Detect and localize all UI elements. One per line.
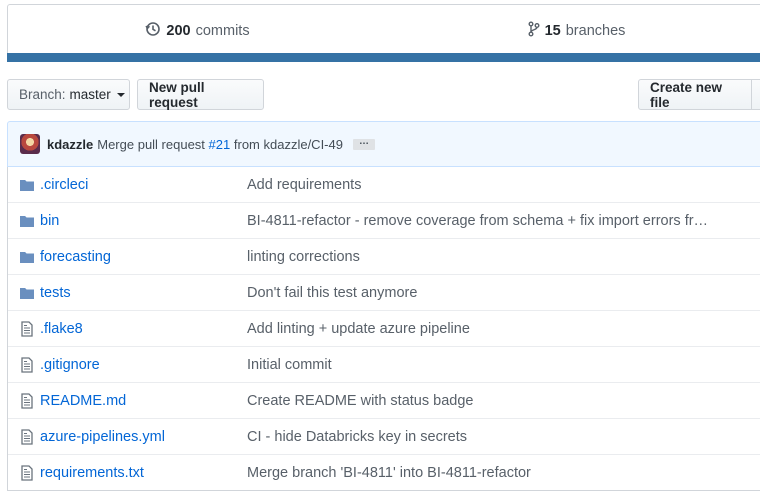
file-row: .gitignore Initial commit xyxy=(8,347,760,383)
upload-files-button[interactable] xyxy=(751,79,760,110)
folder-icon xyxy=(19,249,35,265)
branch-prefix: Branch: xyxy=(19,87,66,102)
history-icon xyxy=(145,21,161,41)
branches-count: 15 xyxy=(544,22,561,39)
file-commit-message-link[interactable]: Don't fail this test anymore xyxy=(247,285,735,301)
file-commit-message-link[interactable]: Create README with status badge xyxy=(247,393,735,409)
file-name-link[interactable]: .flake8 xyxy=(40,321,247,337)
commits-label: commits xyxy=(195,22,250,39)
file-row: tests Don't fail this test anymore xyxy=(8,275,760,311)
folder-icon xyxy=(19,285,35,301)
file-row: .circleci Add requirements xyxy=(8,167,760,203)
file-row: README.md Create README with status badge xyxy=(8,383,760,419)
file-name-link[interactable]: requirements.txt xyxy=(40,465,247,481)
file-list: .circleci Add requirements bin BI-4811-refa… xyxy=(7,167,760,491)
file-row: forecasting linting corrections xyxy=(8,239,760,275)
file-name-link[interactable]: azure-pipelines.yml xyxy=(40,429,247,445)
file-commit-message-link[interactable]: BI-4811-refactor - remove coverage from … xyxy=(247,213,735,229)
git-branch-icon xyxy=(528,21,540,41)
file-icon xyxy=(19,464,35,481)
file-icon xyxy=(19,320,35,337)
avatar[interactable] xyxy=(20,134,40,154)
commits-count: 200 xyxy=(166,22,191,39)
file-icon xyxy=(19,392,35,409)
file-row: .flake8 Add linting + update azure pipeli… xyxy=(8,311,760,347)
repo-summary: 200 commits 15 branches xyxy=(7,4,760,62)
file-name-link[interactable]: forecasting xyxy=(40,249,247,265)
folder-icon xyxy=(19,213,35,229)
file-commit-message-link[interactable]: CI - hide Databricks key in secrets xyxy=(247,429,735,445)
folder-icon xyxy=(19,177,35,193)
branches-link[interactable]: 15 branches xyxy=(387,21,760,41)
language-bar[interactable] xyxy=(7,53,760,62)
latest-commit-bar: kdazzle Merge pull request #21 from kdaz… xyxy=(7,121,760,167)
file-commit-message-link[interactable]: Add requirements xyxy=(247,177,735,193)
file-commit-message-link[interactable]: Add linting + update azure pipeline xyxy=(247,321,735,337)
file-name-link[interactable]: .gitignore xyxy=(40,357,247,373)
expand-commit-button[interactable]: … xyxy=(352,136,375,150)
summary-stats: 200 commits 15 branches xyxy=(8,5,760,56)
file-name-link[interactable]: tests xyxy=(40,285,247,301)
branches-label: branches xyxy=(565,22,626,39)
commit-message-suffix[interactable]: from kdazzle/CI-49 xyxy=(234,137,343,152)
create-new-file-button[interactable]: Create new file xyxy=(638,79,752,110)
commit-author[interactable]: kdazzle xyxy=(47,137,93,152)
file-icon xyxy=(19,428,35,445)
caret-down-icon xyxy=(116,93,125,97)
file-commit-message-link[interactable]: Initial commit xyxy=(247,357,735,373)
file-row: bin BI-4811-refactor - remove coverage fr… xyxy=(8,203,760,239)
file-name-link[interactable]: .circleci xyxy=(40,177,247,193)
commit-pr-link[interactable]: #21 xyxy=(209,137,231,152)
commit-message-prefix[interactable]: Merge pull request xyxy=(97,137,205,152)
branch-name: master xyxy=(69,87,111,102)
file-row: requirements.txt Merge branch 'BI-4811' i… xyxy=(8,455,760,491)
file-name-link[interactable]: README.md xyxy=(40,393,247,409)
branch-select-button[interactable]: Branch: master xyxy=(7,79,130,110)
commits-link[interactable]: 200 commits xyxy=(8,21,387,41)
new-pull-request-button[interactable]: New pull request xyxy=(137,79,264,110)
file-commit-message-link[interactable]: linting corrections xyxy=(247,249,735,265)
file-icon xyxy=(19,356,35,373)
file-commit-message-link[interactable]: Merge branch 'BI-4811' into BI-4811-refa… xyxy=(247,465,735,481)
file-row: azure-pipelines.yml CI - hide Databricks … xyxy=(8,419,760,455)
file-name-link[interactable]: bin xyxy=(40,213,247,229)
